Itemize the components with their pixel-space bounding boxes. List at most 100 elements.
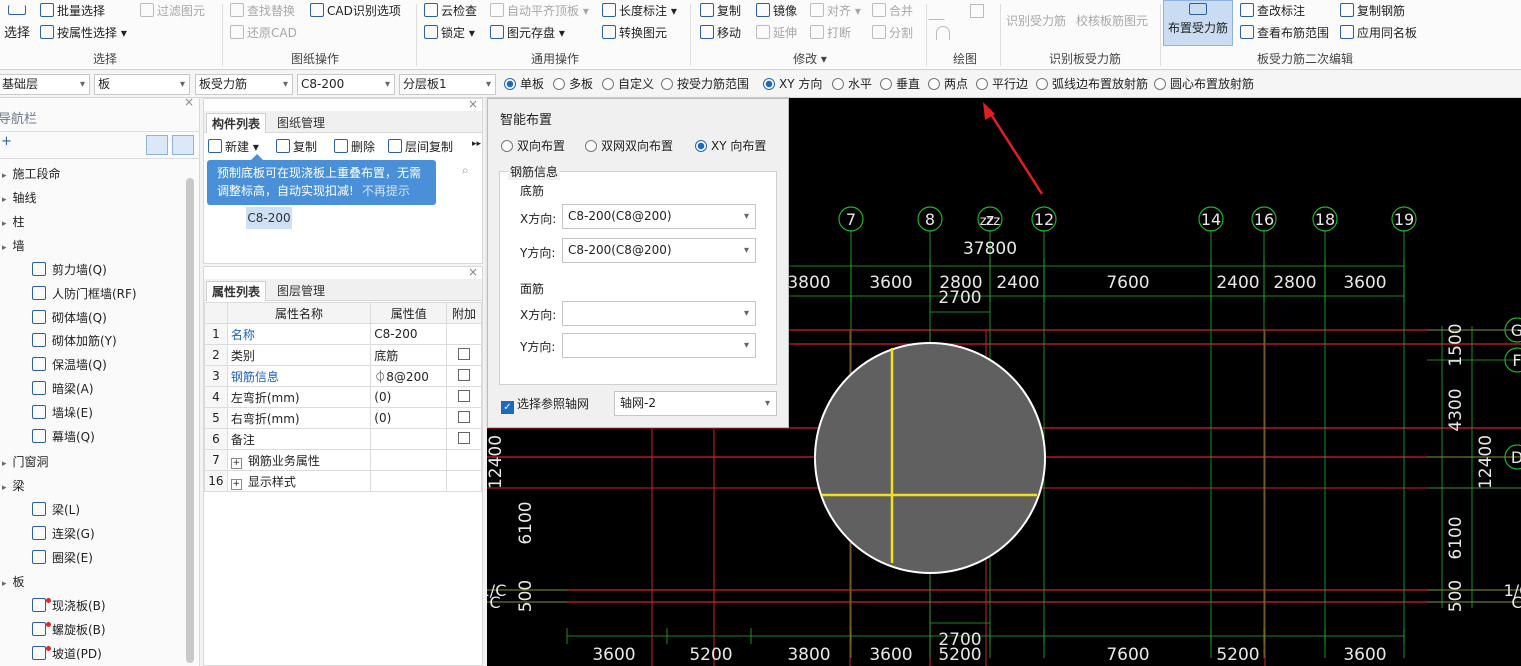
- nav-category[interactable]: ▸ 轴线: [2, 188, 37, 208]
- layer-copy-button[interactable]: 层间复制: [388, 137, 453, 157]
- table-row[interactable]: 4 左弯折(mm) (0): [204, 386, 482, 408]
- scrollbar-thumb[interactable]: [186, 178, 194, 663]
- lock-button[interactable]: 锁定 ▾: [424, 23, 475, 43]
- expand-plus-icon[interactable]: +: [230, 457, 242, 469]
- property-value[interactable]: (0): [370, 386, 448, 408]
- checkbox[interactable]: [458, 347, 471, 360]
- table-row[interactable]: 6 备注: [204, 428, 482, 450]
- view-range-button[interactable]: 查看布筋范围: [1240, 23, 1329, 43]
- table-row[interactable]: 1 名称 C8-200: [204, 323, 482, 345]
- checkbox[interactable]: [458, 431, 471, 444]
- placement-mode-radio[interactable]: 双向布置: [501, 137, 565, 155]
- move-button[interactable]: 移动: [700, 23, 741, 43]
- extend-button[interactable]: 延伸: [756, 23, 797, 43]
- copy-component-button[interactable]: 复制: [276, 137, 317, 157]
- nav-item[interactable]: 螺旋板(B): [32, 620, 106, 640]
- nav-category[interactable]: ▸ 柱: [2, 212, 25, 232]
- checkbox[interactable]: [458, 410, 471, 423]
- tab-property-list[interactable]: 属性列表: [206, 281, 267, 301]
- property-value[interactable]: [370, 470, 448, 492]
- property-value[interactable]: (0): [370, 407, 448, 429]
- nav-item[interactable]: 坡道(PD): [32, 644, 102, 664]
- convert-element-button[interactable]: 转换图元: [602, 23, 667, 43]
- length-dim-button[interactable]: 长度标注 ▾: [602, 1, 677, 21]
- nav-category[interactable]: ▸ 门窗洞: [2, 452, 49, 472]
- more-arrow-icon[interactable]: ▸▸: [472, 139, 481, 149]
- checkbox[interactable]: [458, 389, 471, 402]
- property-value[interactable]: ⏀8@200: [370, 365, 448, 387]
- radio-option[interactable]: 平行边: [976, 75, 1028, 93]
- nav-item[interactable]: 梁(L): [32, 500, 80, 520]
- circular-slab[interactable]: [814, 342, 1046, 574]
- radio-option[interactable]: 垂直: [880, 75, 920, 93]
- table-row[interactable]: 16 + 显示样式: [204, 470, 482, 492]
- tab-drawing-management[interactable]: 图纸管理: [272, 113, 330, 133]
- nav-category[interactable]: ▸ 梁: [2, 476, 25, 496]
- table-row[interactable]: 3 钢筋信息 ⏀8@200: [204, 365, 482, 387]
- restore-cad-button[interactable]: 还原CAD: [230, 23, 297, 43]
- line-draw-icon[interactable]: [928, 4, 960, 20]
- nav-item[interactable]: 墙垛(E): [32, 403, 93, 423]
- by-attr-select-button[interactable]: 按属性选择 ▾: [40, 23, 127, 43]
- radio-option[interactable]: 按受力筋范围: [661, 75, 749, 93]
- radio-option[interactable]: 自定义: [602, 75, 654, 93]
- copy-rebar-button[interactable]: 复制钢筋: [1340, 1, 1405, 21]
- verify-slab-button[interactable]: 校核板筋图元: [1076, 11, 1148, 31]
- radio-option[interactable]: 单板: [504, 75, 544, 93]
- align-button[interactable]: 对齐 ▾: [810, 1, 861, 21]
- list-view-icon[interactable]: [146, 135, 168, 155]
- radio-option[interactable]: 圆心布置放射筋: [1154, 75, 1254, 93]
- nav-item[interactable]: 暗梁(A): [32, 379, 94, 399]
- table-row[interactable]: 5 右弯折(mm) (0): [204, 407, 482, 429]
- tip-dismiss-link[interactable]: 不再提示: [362, 184, 410, 198]
- layer-select[interactable]: 分层板1: [399, 74, 496, 95]
- batch-select-button[interactable]: 批量选择: [40, 1, 105, 21]
- rect-draw-icon[interactable]: [970, 4, 984, 18]
- radio-option[interactable]: XY 方向: [763, 75, 822, 93]
- search-icon[interactable]: ⌕: [462, 163, 469, 178]
- detail-view-icon[interactable]: [172, 135, 194, 155]
- nav-item[interactable]: 保温墙(Q): [32, 355, 107, 375]
- nav-item[interactable]: 现浇板(B): [32, 596, 106, 616]
- property-value[interactable]: 底筋: [370, 344, 448, 366]
- placement-mode-radio[interactable]: XY 向布置: [695, 137, 766, 155]
- apply-same-name-button[interactable]: 应用同名板: [1340, 23, 1417, 43]
- nav-item[interactable]: 幕墙(Q): [32, 427, 95, 447]
- place-rebar-button[interactable]: 布置受力筋: [1163, 0, 1233, 46]
- find-replace-button[interactable]: 查找替换: [230, 1, 295, 21]
- radio-option[interactable]: 多板: [553, 75, 593, 93]
- nav-category[interactable]: ▸ 板: [2, 572, 25, 592]
- nav-category[interactable]: ▸ 施工段命: [2, 164, 61, 184]
- property-value[interactable]: C8-200: [370, 323, 448, 345]
- tab-component-list[interactable]: 构件列表: [206, 113, 267, 133]
- close-icon[interactable]: ×: [468, 97, 478, 111]
- top-x-select[interactable]: [562, 301, 756, 326]
- nav-category[interactable]: ▸ 墙: [2, 236, 25, 256]
- radio-option[interactable]: 水平: [832, 75, 872, 93]
- close-icon[interactable]: ×: [468, 265, 478, 279]
- merge-button[interactable]: 合并: [872, 1, 913, 21]
- tab-layer-management[interactable]: 图层管理: [272, 281, 330, 301]
- floor-select[interactable]: 基础层: [0, 74, 90, 95]
- recognize-rebar-button[interactable]: 识别受力筋: [1006, 11, 1066, 31]
- add-icon[interactable]: +: [1, 134, 12, 149]
- checkbox[interactable]: [458, 368, 471, 381]
- bottom-y-select[interactable]: C8-200(C8@200): [562, 238, 756, 263]
- auto-align-slab-button[interactable]: 自动平齐顶板 ▾: [490, 1, 589, 21]
- element-select[interactable]: C8-200: [297, 74, 395, 95]
- nav-item[interactable]: 砌体墙(Q): [32, 308, 107, 328]
- nav-item[interactable]: 砌体加筋(Y): [32, 331, 117, 351]
- break-button[interactable]: 打断: [810, 23, 851, 43]
- ref-axis-select[interactable]: 轴网-2: [614, 391, 777, 416]
- cloud-check-button[interactable]: 云检查: [424, 1, 477, 21]
- element-save-button[interactable]: 图元存盘 ▾: [490, 23, 565, 43]
- nav-item[interactable]: 剪力墙(Q): [32, 260, 107, 280]
- type-select[interactable]: 板受力筋: [195, 74, 293, 95]
- close-icon[interactable]: ×: [184, 95, 194, 109]
- copy-button[interactable]: 复制: [700, 1, 741, 21]
- category-select[interactable]: 板: [94, 74, 190, 95]
- select-button[interactable]: 选择: [0, 2, 34, 48]
- bottom-x-select[interactable]: C8-200(C8@200): [562, 204, 756, 229]
- check-label-button[interactable]: 查改标注: [1240, 1, 1305, 21]
- split-button[interactable]: 分割: [872, 23, 913, 43]
